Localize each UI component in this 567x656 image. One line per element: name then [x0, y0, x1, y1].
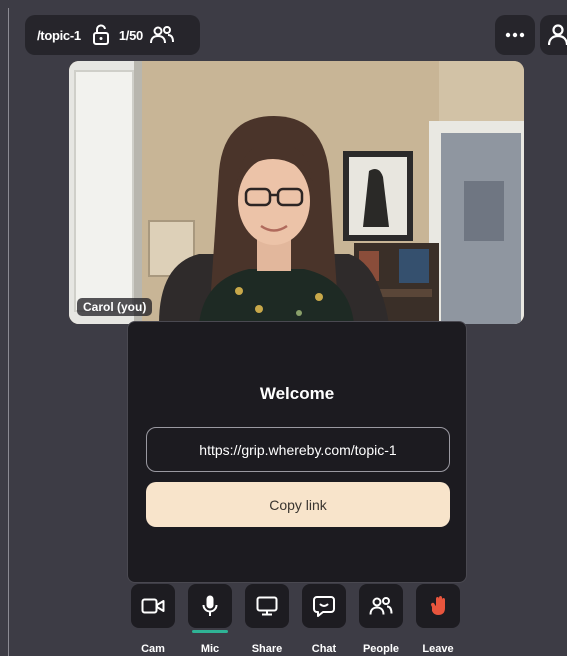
leave-label: Leave — [422, 643, 454, 655]
unlock-icon — [89, 24, 113, 46]
people-button[interactable] — [359, 584, 403, 628]
leave-button[interactable] — [416, 584, 460, 628]
more-icon — [505, 32, 525, 38]
participant-count: 1/50 — [118, 27, 143, 43]
camera-icon — [141, 598, 165, 614]
account-button[interactable] — [540, 15, 567, 55]
cam-control[interactable]: Cam — [129, 584, 177, 655]
people-label: People — [362, 643, 400, 655]
self-video-tile[interactable]: Carol (you) — [69, 61, 524, 324]
mic-label: Mic — [200, 643, 220, 655]
share-button[interactable] — [245, 584, 289, 628]
chat-button[interactable] — [302, 584, 346, 628]
share-control[interactable]: Share — [243, 584, 291, 655]
room-url-field[interactable] — [146, 427, 450, 472]
chat-control[interactable]: Chat — [300, 584, 348, 655]
chat-icon — [313, 596, 335, 617]
mic-button[interactable] — [188, 584, 232, 628]
self-name-label: Carol (you) — [77, 298, 153, 316]
room-name: /topic-1 — [37, 27, 81, 43]
welcome-title: Welcome — [259, 384, 335, 403]
leave-hand-icon — [431, 596, 445, 615]
screen-share-icon — [256, 596, 278, 616]
people-icon — [369, 597, 393, 615]
mic-active-indicator — [192, 630, 228, 633]
user-icon — [548, 24, 567, 46]
cam-button[interactable] — [131, 584, 175, 628]
people-icon — [149, 24, 175, 46]
leave-control[interactable]: Leave — [414, 584, 462, 655]
self-video-feed — [69, 61, 524, 324]
people-control[interactable]: People — [357, 584, 405, 655]
meeting-room: /topic-1 1/50 Carol (you) Welcome https:… — [8, 8, 567, 656]
more-options-button[interactable] — [495, 15, 535, 55]
chat-label: Chat — [311, 643, 337, 655]
room-info-pill[interactable]: /topic-1 1/50 — [25, 15, 200, 55]
welcome-panel: Welcome Copy link — [127, 321, 467, 583]
control-bar: Cam Mic Share Chat People Leave — [129, 584, 460, 656]
copy-link-button[interactable]: Copy link — [146, 482, 450, 527]
mic-control[interactable]: Mic — [186, 584, 234, 655]
microphone-icon — [202, 595, 218, 616]
share-label: Share — [251, 643, 283, 655]
cam-label: Cam — [141, 643, 165, 655]
